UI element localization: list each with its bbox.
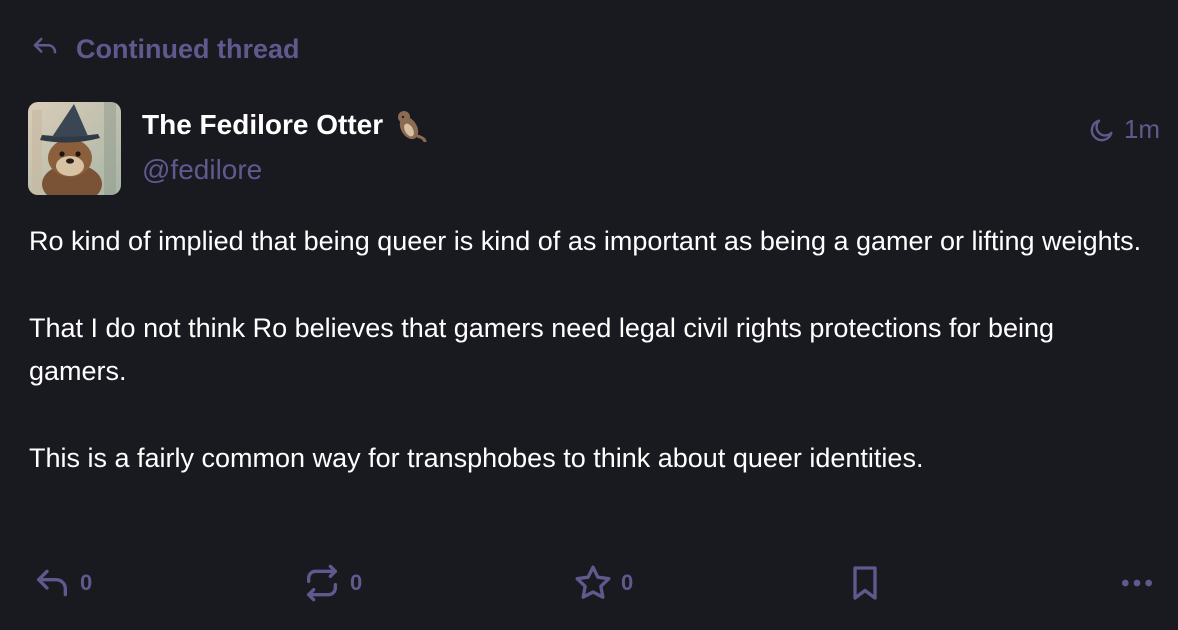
content-paragraph: That I do not think Ro believes that gam…: [29, 313, 1055, 386]
author-handle[interactable]: @fedilore: [142, 154, 262, 186]
display-name-text: The Fedilore Otter: [142, 109, 384, 140]
continued-thread-link[interactable]: Continued thread: [30, 30, 300, 68]
timestamp-value: 1m: [1123, 114, 1160, 144]
bookmark-button[interactable]: [845, 560, 885, 606]
boost-button[interactable]: 0: [302, 560, 362, 606]
more-button[interactable]: [1117, 560, 1157, 606]
moon-icon: [1088, 116, 1116, 144]
reply-count: 0: [80, 570, 93, 595]
content-paragraph: Ro kind of implied that being queer is k…: [29, 226, 1142, 256]
boost-count: 0: [350, 570, 363, 595]
bookmark-icon: [845, 563, 885, 603]
favourite-button[interactable]: 0: [573, 560, 633, 606]
status-content: Ro kind of implied that being queer is k…: [29, 220, 1159, 524]
boost-icon: [302, 563, 342, 603]
otter-emoji-icon: [395, 108, 427, 143]
reply-icon: [32, 563, 72, 603]
star-icon: [573, 563, 613, 603]
status-card: Continued thread The Fedilore Otter @fed…: [0, 0, 1178, 630]
avatar[interactable]: [28, 102, 121, 195]
more-icon: [1117, 563, 1157, 603]
author-display-name[interactable]: The Fedilore Otter: [142, 108, 427, 143]
favourite-count: 0: [621, 570, 634, 595]
content-paragraph: This is a fairly common way for transpho…: [29, 443, 924, 473]
continued-thread-label: Continued thread: [76, 33, 300, 64]
reply-button[interactable]: 0: [32, 560, 92, 606]
timestamp[interactable]: 1m: [1088, 114, 1160, 145]
action-bar: 0 0 0: [0, 560, 1178, 606]
reply-icon: [30, 34, 60, 64]
